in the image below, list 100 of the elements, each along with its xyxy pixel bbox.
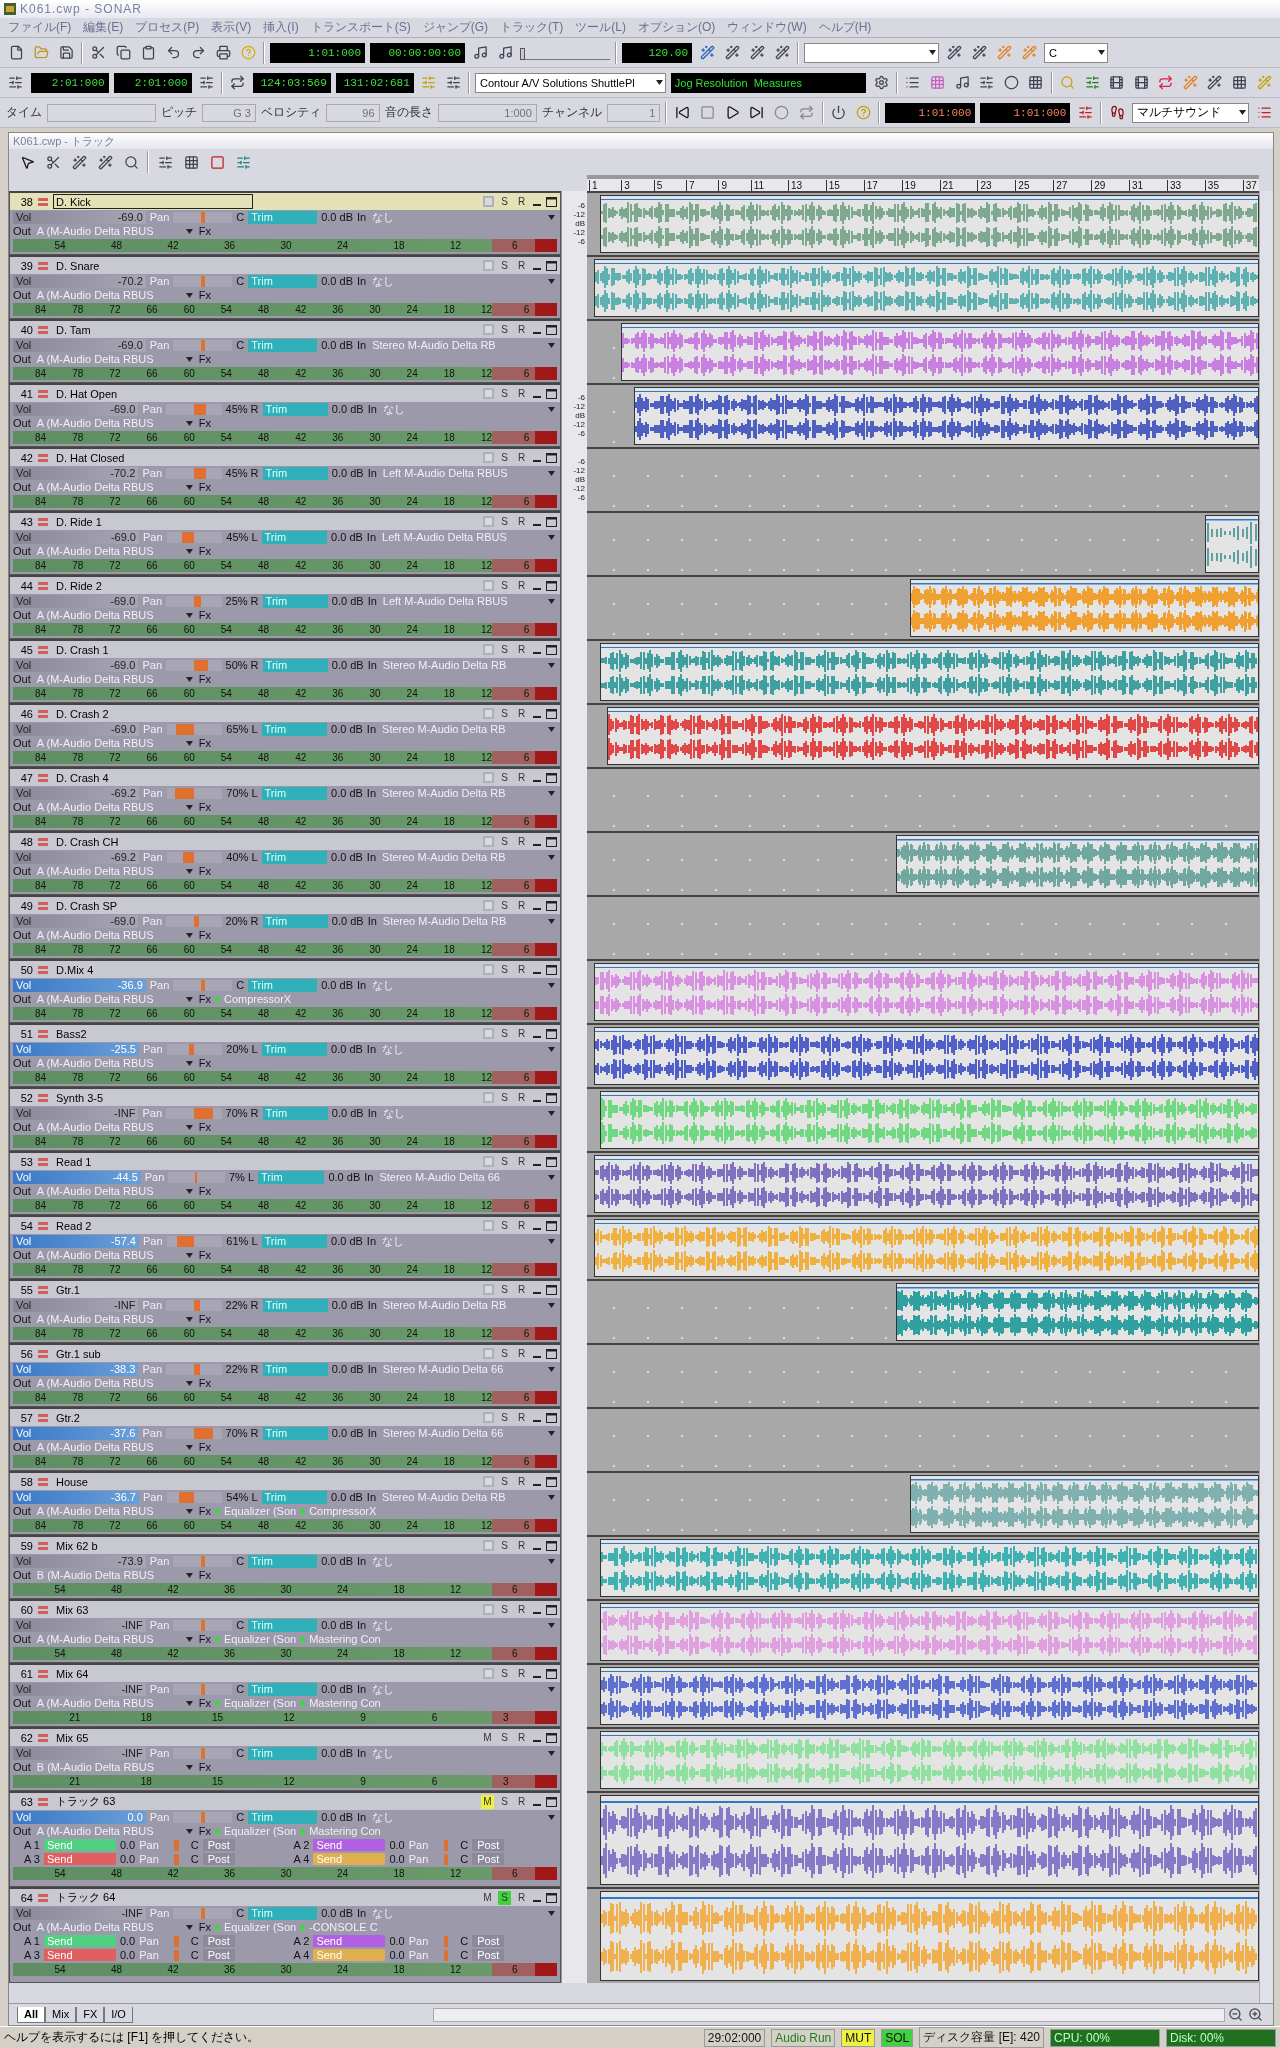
solo-button[interactable]: S xyxy=(498,514,511,529)
pan-slider[interactable] xyxy=(166,467,222,479)
track-name-field[interactable]: Mix 63 xyxy=(53,1602,253,1617)
solo-button[interactable]: S xyxy=(498,578,511,593)
caret-icon[interactable] xyxy=(185,1060,193,1066)
volume-slider[interactable]: Vol -37.6 xyxy=(13,1426,139,1440)
record-button[interactable]: R xyxy=(515,1282,528,1297)
solo-button[interactable]: S xyxy=(498,450,511,465)
pan-slider[interactable] xyxy=(173,1555,233,1567)
caret-icon[interactable] xyxy=(185,1444,193,1450)
record-button[interactable]: R xyxy=(515,322,528,337)
pan-slider[interactable] xyxy=(166,1363,222,1375)
maximize-icon[interactable] xyxy=(546,1156,557,1167)
record-button[interactable]: R xyxy=(515,1346,528,1361)
maximize-icon[interactable] xyxy=(546,1476,557,1487)
solo-button[interactable]: S xyxy=(498,1026,511,1041)
mute-button[interactable]: M xyxy=(481,1890,494,1905)
track-header[interactable]: 47 D. Crash 4 S R xyxy=(10,769,560,786)
pan-slider[interactable] xyxy=(166,1427,222,1439)
caret-icon[interactable] xyxy=(548,1302,555,1308)
caret-icon[interactable] xyxy=(929,50,936,55)
track-header[interactable]: 46 D. Crash 2 S R xyxy=(10,705,560,722)
track-header[interactable]: 44 D. Ride 2 S R xyxy=(10,577,560,594)
view-tab[interactable]: FX xyxy=(76,2006,105,2023)
track-header[interactable]: 42 D. Hat Closed S R xyxy=(10,449,560,466)
solo-button[interactable]: S xyxy=(498,1090,511,1105)
record-button[interactable]: R xyxy=(515,898,528,913)
maximize-icon[interactable] xyxy=(546,324,557,335)
track-header[interactable]: 48 D. Crash CH S R xyxy=(10,833,560,850)
maximize-icon[interactable] xyxy=(546,1668,557,1679)
track-header[interactable]: 62 Mix 65 M S R xyxy=(10,1729,560,1746)
record-button[interactable]: R xyxy=(515,1666,528,1681)
menu-item[interactable]: 表示(V) xyxy=(211,19,252,36)
maximize-icon[interactable] xyxy=(546,900,557,911)
track-name-field[interactable]: D. Crash 4 xyxy=(53,770,253,785)
maximize-icon[interactable] xyxy=(546,516,557,527)
track-name-field[interactable]: D. Crash CH xyxy=(53,834,253,849)
solo-button[interactable]: S xyxy=(498,258,511,273)
maximize-icon[interactable] xyxy=(546,1220,557,1231)
caret-icon[interactable] xyxy=(655,80,663,85)
pan-slider[interactable] xyxy=(166,1235,223,1247)
caret-icon[interactable] xyxy=(548,1494,555,1500)
maximize-icon[interactable] xyxy=(546,708,557,719)
caret-icon[interactable] xyxy=(548,1622,555,1628)
record-button[interactable]: R xyxy=(515,1026,528,1041)
post-toggle[interactable]: Post xyxy=(202,1935,235,1947)
caret-icon[interactable] xyxy=(548,214,555,220)
maximize-icon[interactable] xyxy=(546,388,557,399)
caret-icon[interactable] xyxy=(548,1814,555,1820)
sound-dropdown[interactable]: マルチサウンド xyxy=(1132,102,1250,123)
maximize-icon[interactable] xyxy=(546,1412,557,1423)
record-button[interactable]: R xyxy=(515,194,528,209)
track-name-field[interactable]: Gtr.1 xyxy=(53,1282,253,1297)
solo-button[interactable]: S xyxy=(498,1794,511,1809)
maximize-icon[interactable] xyxy=(546,580,557,591)
solo-button[interactable]: S xyxy=(498,962,511,977)
track-name-field[interactable]: House xyxy=(53,1474,253,1489)
caret-icon[interactable] xyxy=(185,676,193,682)
caret-icon[interactable] xyxy=(548,470,555,476)
maximize-icon[interactable] xyxy=(546,1604,557,1615)
track-name-field[interactable]: Read 2 xyxy=(53,1218,253,1233)
view-tab[interactable]: Mix xyxy=(45,2006,77,2023)
menu-item[interactable]: ツール(L) xyxy=(575,19,626,36)
post-toggle[interactable]: Post xyxy=(472,1935,505,1947)
menu-item[interactable]: ファイル(F) xyxy=(8,19,72,36)
track-header[interactable]: 43 D. Ride 1 S R xyxy=(10,513,560,530)
pan-slider[interactable] xyxy=(173,339,233,351)
caret-icon[interactable] xyxy=(185,1188,193,1194)
caret-icon[interactable] xyxy=(185,484,193,490)
track-name-field[interactable]: Gtr.1 sub xyxy=(53,1346,253,1361)
pan-slider[interactable] xyxy=(173,1683,233,1695)
menu-item[interactable]: トラック(T) xyxy=(500,19,564,36)
caret-icon[interactable] xyxy=(185,1508,193,1514)
solo-button[interactable]: S xyxy=(498,1154,511,1169)
solo-button[interactable]: S xyxy=(498,1218,511,1233)
track-name-field[interactable]: D. Hat Open xyxy=(53,386,253,401)
record-button[interactable]: R xyxy=(515,1090,528,1105)
menu-item[interactable]: ウィンドウ(W) xyxy=(727,19,807,36)
horizontal-scrollbar[interactable] xyxy=(432,2007,1225,2022)
track-header[interactable]: 52 Synth 3-5 S R xyxy=(10,1089,560,1106)
post-toggle[interactable]: Post xyxy=(472,1839,505,1851)
menu-item[interactable]: 編集(E) xyxy=(83,19,124,36)
post-toggle[interactable]: Post xyxy=(202,1839,235,1851)
caret-icon[interactable] xyxy=(548,1558,555,1564)
solo-button[interactable]: S xyxy=(498,322,511,337)
track-name-field[interactable]: D. Tam xyxy=(53,322,253,337)
maximize-icon[interactable] xyxy=(546,772,557,783)
track-header[interactable]: 56 Gtr.1 sub S R xyxy=(10,1345,560,1362)
track-name-field[interactable]: D. Kick xyxy=(53,194,253,209)
caret-icon[interactable] xyxy=(185,356,193,362)
volume-slider[interactable]: Vol -70.2 xyxy=(13,466,139,480)
track-name-field[interactable]: Mix 65 xyxy=(53,1730,253,1745)
marker-dropdown[interactable] xyxy=(804,42,939,63)
volume-slider[interactable]: Vol -70.2 xyxy=(13,274,146,288)
caret-icon[interactable] xyxy=(185,804,193,810)
solo-button[interactable]: S xyxy=(498,1282,511,1297)
caret-icon[interactable] xyxy=(185,1764,193,1770)
caret-icon[interactable] xyxy=(548,1686,555,1692)
record-button[interactable]: R xyxy=(515,450,528,465)
track-name-field[interactable]: Bass2 xyxy=(53,1026,253,1041)
